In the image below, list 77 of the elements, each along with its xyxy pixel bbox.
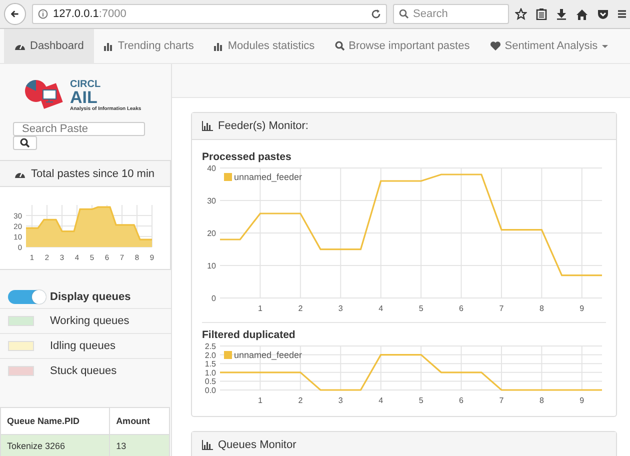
nav-tab[interactable]: Sentiment Analysis xyxy=(480,29,618,63)
address-bar[interactable]: 127.0.0.1:7000 xyxy=(32,4,387,24)
heart-icon xyxy=(490,41,501,51)
search-button[interactable] xyxy=(13,136,37,150)
axis-label: 5 xyxy=(418,396,424,405)
axis-label: 2 xyxy=(298,396,303,405)
bar-chart-icon xyxy=(104,42,114,50)
search-icon xyxy=(334,41,345,51)
axis-label: 40 xyxy=(207,164,216,173)
axis-label: 3 xyxy=(338,396,343,405)
legend-label: Idling queues xyxy=(50,340,116,352)
bar-chart-icon xyxy=(202,440,213,450)
legend-label: Working queues xyxy=(50,315,130,327)
menu-icon[interactable] xyxy=(618,9,626,19)
pocket-icon[interactable] xyxy=(597,8,609,20)
axis-label: 2.5 xyxy=(204,342,216,351)
axis-label: 9 xyxy=(580,304,584,313)
axis-label: 7 xyxy=(499,396,504,405)
back-arrow-icon xyxy=(11,9,19,19)
column-header: Amount xyxy=(110,408,170,434)
toggle-switch[interactable] xyxy=(8,290,46,304)
table-cell: Tokenize 3266 xyxy=(0,434,110,456)
axis-label: 0.0 xyxy=(204,386,216,395)
clipboard-icon[interactable] xyxy=(536,8,547,20)
toggle-label: Display queues xyxy=(50,291,131,303)
axis-label: 9 xyxy=(580,396,584,405)
chart-title: Processed pastes xyxy=(202,151,292,163)
axis-label: 7 xyxy=(499,304,504,313)
logo-name: AIL xyxy=(70,90,98,106)
search-placeholder: Search xyxy=(413,8,448,20)
back-button[interactable] xyxy=(4,3,26,25)
axis-label: 4 xyxy=(378,304,384,313)
axis-label: 6 xyxy=(459,396,464,405)
home-icon[interactable] xyxy=(576,8,588,20)
bar-chart-icon xyxy=(202,121,213,131)
panel-title: Queues Monitor xyxy=(218,439,296,451)
axis-label: 20 xyxy=(207,229,216,238)
axis-label: 0.5 xyxy=(204,377,216,386)
panel-title: Feeder(s) Monitor: xyxy=(218,120,308,132)
axis-label: 1.5 xyxy=(204,360,216,369)
legend-swatch xyxy=(224,173,232,181)
nav-tab[interactable]: Trending charts xyxy=(94,29,204,63)
axis-label: 8 xyxy=(539,396,544,405)
axis-label: 2 xyxy=(298,304,303,313)
axis-label: 3 xyxy=(338,304,343,313)
nav-tab[interactable]: Dashboard xyxy=(4,29,94,63)
search-paste-field[interactable]: Search Paste xyxy=(13,122,145,136)
axis-label: 6 xyxy=(459,304,464,313)
axis-label: 10 xyxy=(207,262,216,270)
url-text: 127.0.0.1:7000 xyxy=(53,8,128,20)
axis-label: 1.0 xyxy=(204,368,216,378)
axis-label: 2.0 xyxy=(204,350,216,360)
chart-title: Filtered duplicated xyxy=(202,329,296,341)
axis-label: 4 xyxy=(378,396,384,405)
axis-label: 30 xyxy=(207,196,216,206)
reload-icon[interactable] xyxy=(371,9,381,19)
axis-label: 5 xyxy=(418,304,424,313)
info-icon xyxy=(38,9,48,19)
axis-label: 1 xyxy=(258,304,262,313)
axis-label: 0 xyxy=(212,294,216,303)
legend-label: Stuck queues xyxy=(50,365,117,377)
panel-title: Total pastes since 10 min xyxy=(31,168,155,180)
column-header: Queue Name.PID xyxy=(0,408,110,434)
legend-label: unnamed_feeder xyxy=(234,172,302,182)
download-icon[interactable] xyxy=(556,8,567,20)
legend-label: unnamed_feeder xyxy=(234,350,302,360)
axis-label: 8 xyxy=(539,304,544,313)
nav-tab[interactable]: Modules statistics xyxy=(204,29,325,63)
search-icon xyxy=(399,9,409,19)
axis-label: 1 xyxy=(258,396,262,405)
star-icon[interactable] xyxy=(515,8,527,20)
nav-tab[interactable]: Browse important pastes xyxy=(324,29,480,63)
legend-swatch xyxy=(224,351,232,359)
browser-search-field[interactable]: Search xyxy=(393,4,509,24)
bar-chart-icon xyxy=(214,42,224,50)
search-icon xyxy=(20,138,30,148)
logo-title: CIRCL xyxy=(70,80,102,90)
